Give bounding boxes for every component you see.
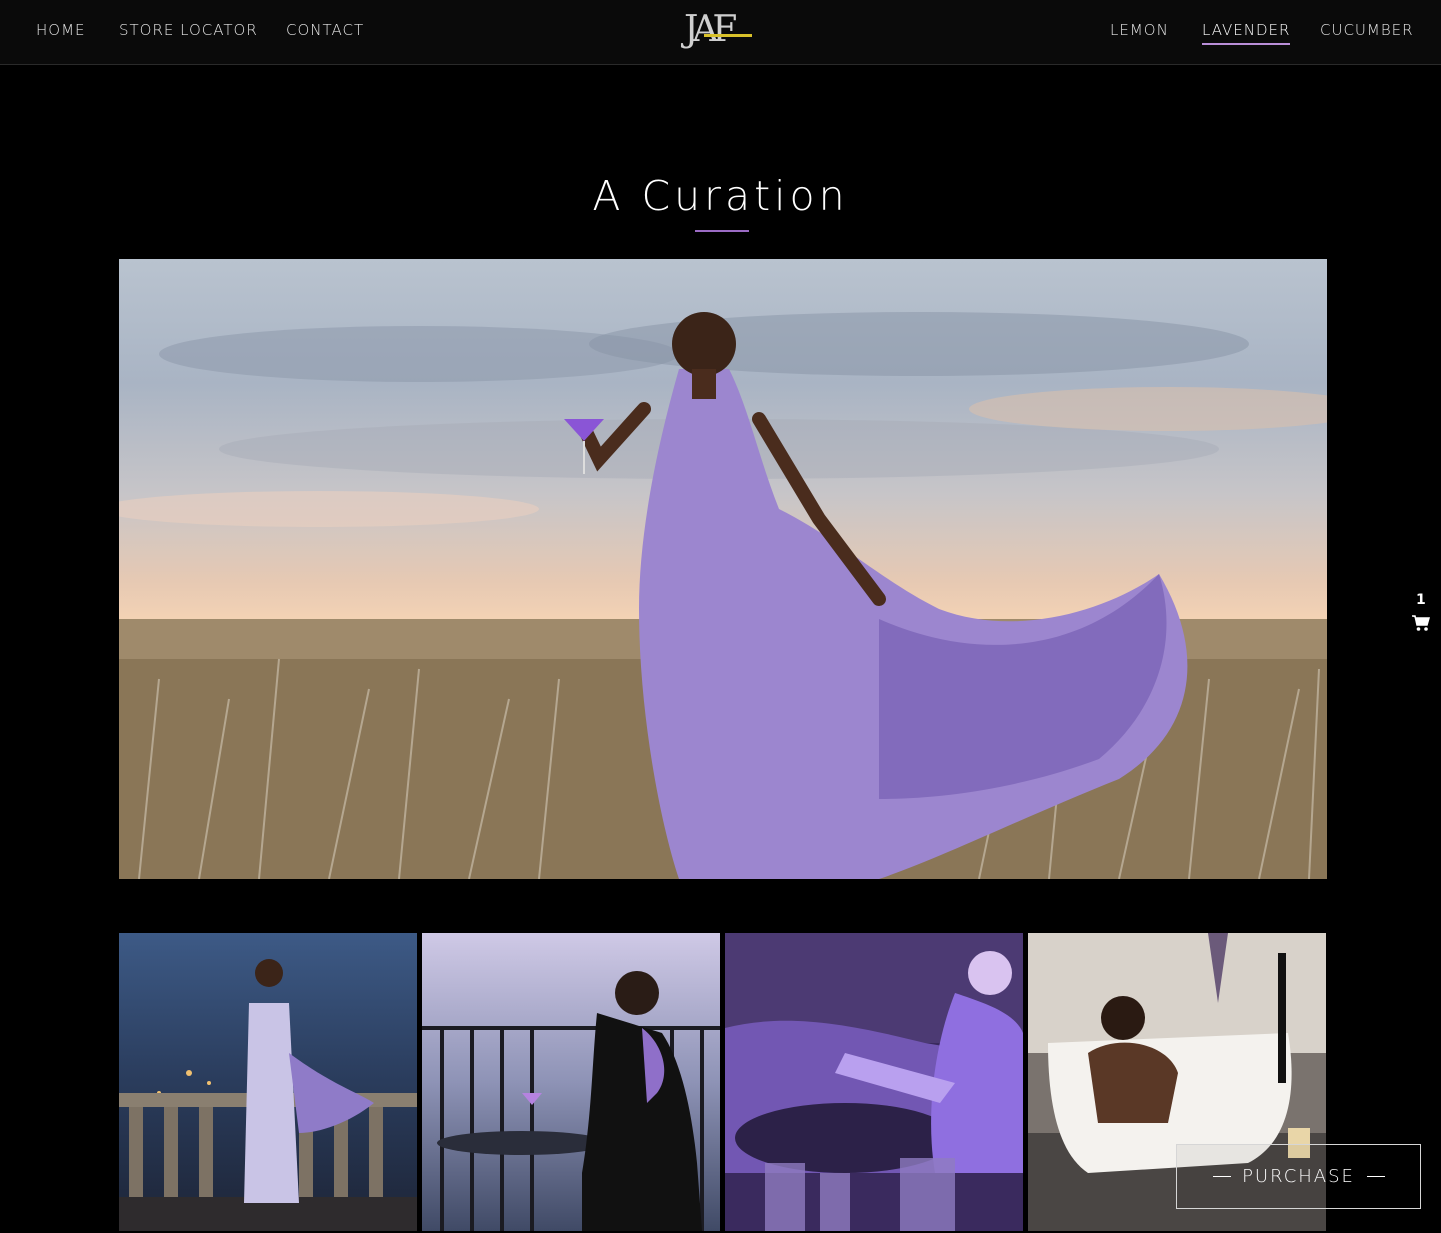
nav-link-contact[interactable]: CONTACT [286, 20, 364, 40]
brand-logo[interactable]: JAF [684, 8, 762, 52]
title-underline [695, 230, 749, 232]
cart-count: 1 [1416, 592, 1426, 608]
thumbnail-illustration [119, 933, 417, 1231]
gallery-thumbnail-3[interactable] [725, 933, 1023, 1231]
nav-link-lemon[interactable]: LEMON [1110, 20, 1169, 40]
shopping-cart-icon [1412, 615, 1430, 631]
nav-link-lavender[interactable]: LAVENDER [1202, 20, 1291, 45]
nav-link-cucumber[interactable]: CUCUMBER [1320, 20, 1414, 40]
purchase-dash-right [1367, 1176, 1385, 1177]
logo-accent-bar [704, 34, 752, 37]
thumbnail-illustration [422, 933, 720, 1231]
thumbnail-illustration [725, 933, 1023, 1231]
hero-image[interactable] [119, 259, 1327, 879]
floating-cart[interactable]: 1 [1408, 592, 1434, 638]
section-title: A Curation [592, 172, 849, 220]
logo-text: JAF [684, 9, 737, 50]
purchase-button[interactable]: PURCHASE [1176, 1144, 1421, 1209]
nav-link-home[interactable]: HOME [36, 20, 86, 40]
top-navigation: HOME STORE LOCATOR CONTACT JAF LEMON LAV… [0, 0, 1441, 65]
hero-illustration [119, 312, 1327, 879]
gallery-thumbnail-1[interactable] [119, 933, 417, 1231]
gallery-thumbnail-2[interactable] [422, 933, 720, 1231]
nav-link-store-locator[interactable]: STORE LOCATOR [119, 20, 258, 40]
